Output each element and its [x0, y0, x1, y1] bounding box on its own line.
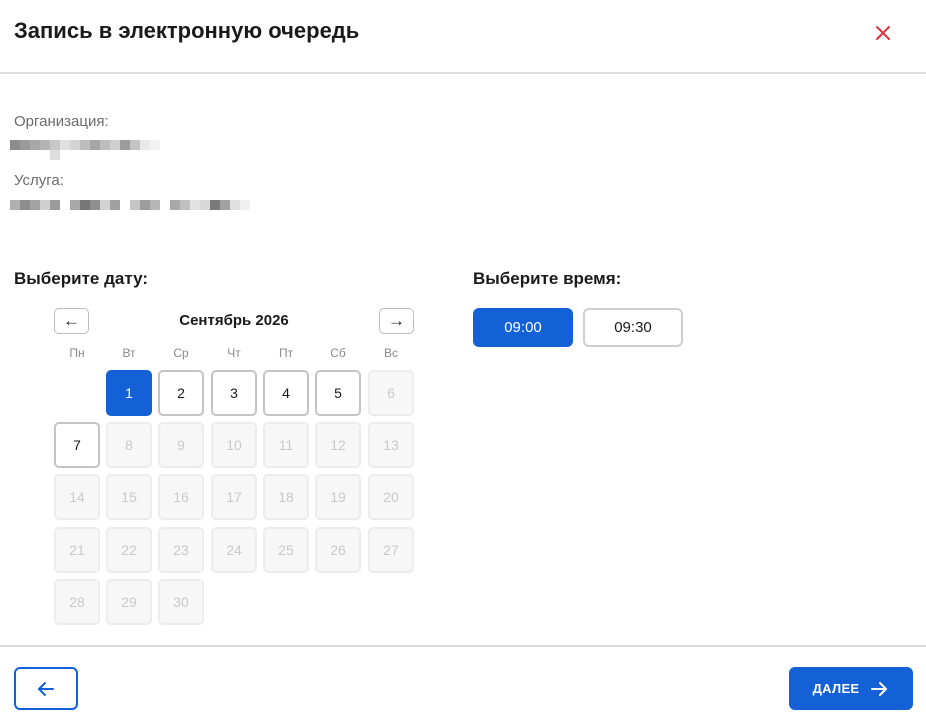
calendar-day: 22: [106, 527, 152, 573]
calendar-day[interactable]: 4: [263, 370, 309, 416]
next-month-button[interactable]: →: [379, 308, 414, 334]
dialog-title: Запись в электронную очередь: [14, 18, 360, 43]
calendar-day: 19: [315, 474, 361, 520]
calendar-day: 9: [158, 422, 204, 468]
calendar-day: 25: [263, 527, 309, 573]
calendar-day: 18: [263, 474, 309, 520]
weekday-label: Вс: [383, 346, 398, 360]
calendar-day: 8: [106, 422, 152, 468]
calendar-day: 15: [106, 474, 152, 520]
calendar-day: 13: [368, 422, 414, 468]
calendar-day: 10: [211, 422, 257, 468]
calendar-day: 12: [315, 422, 361, 468]
calendar-day: 28: [54, 579, 100, 625]
next-button[interactable]: ДАЛЕЕ: [789, 667, 913, 710]
calendar-day: 26: [315, 527, 361, 573]
next-button-label: ДАЛЕЕ: [812, 681, 860, 696]
organization-value-redacted-tail: [50, 150, 60, 160]
calendar-day: 16: [158, 474, 204, 520]
close-icon: [876, 26, 890, 40]
weekday-label: Пт: [278, 346, 294, 360]
calendar-day: 24: [211, 527, 257, 573]
calendar-day[interactable]: 3: [211, 370, 257, 416]
weekday-label: Ср: [173, 346, 189, 360]
time-slot-button[interactable]: 09:00: [473, 308, 573, 347]
calendar-day: 23: [158, 527, 204, 573]
weekday-label: Сб: [330, 346, 346, 360]
organization-value-redacted: [10, 140, 160, 150]
calendar-day[interactable]: 1: [106, 370, 152, 416]
calendar-day: 27: [368, 527, 414, 573]
weekday-label: Пн: [69, 346, 85, 360]
service-value-redacted: [10, 200, 250, 210]
calendar-day: 30: [158, 579, 204, 625]
weekday-label: Вт: [122, 346, 136, 360]
calendar-day: 20: [368, 474, 414, 520]
calendar-day[interactable]: 5: [315, 370, 361, 416]
back-button[interactable]: [14, 667, 78, 710]
dialog-header: Запись в электронную очередь: [0, 0, 926, 74]
calendar-day[interactable]: 7: [54, 422, 100, 468]
calendar-day: 17: [211, 474, 257, 520]
weekday-label: Чт: [227, 346, 241, 360]
time-slot-button[interactable]: 09:30: [583, 308, 683, 347]
calendar-day: 29: [106, 579, 152, 625]
calendar-day[interactable]: 2: [158, 370, 204, 416]
time-section-title: Выберите время:: [473, 269, 622, 288]
prev-month-button[interactable]: ←: [54, 308, 89, 334]
calendar-day: 11: [263, 422, 309, 468]
close-button[interactable]: [868, 18, 898, 48]
organization-label: Организация:: [14, 113, 109, 130]
arrow-right-icon: [871, 681, 888, 696]
calendar-day: 21: [54, 527, 100, 573]
footer-divider: [0, 645, 926, 647]
month-label: Сентябрь 2026: [179, 312, 289, 329]
arrow-left-icon: [38, 681, 54, 696]
calendar-day: 14: [54, 474, 100, 520]
calendar-day: 6: [368, 370, 414, 416]
service-label: Услуга:: [14, 172, 64, 189]
date-section-title: Выберите дату:: [14, 269, 148, 288]
